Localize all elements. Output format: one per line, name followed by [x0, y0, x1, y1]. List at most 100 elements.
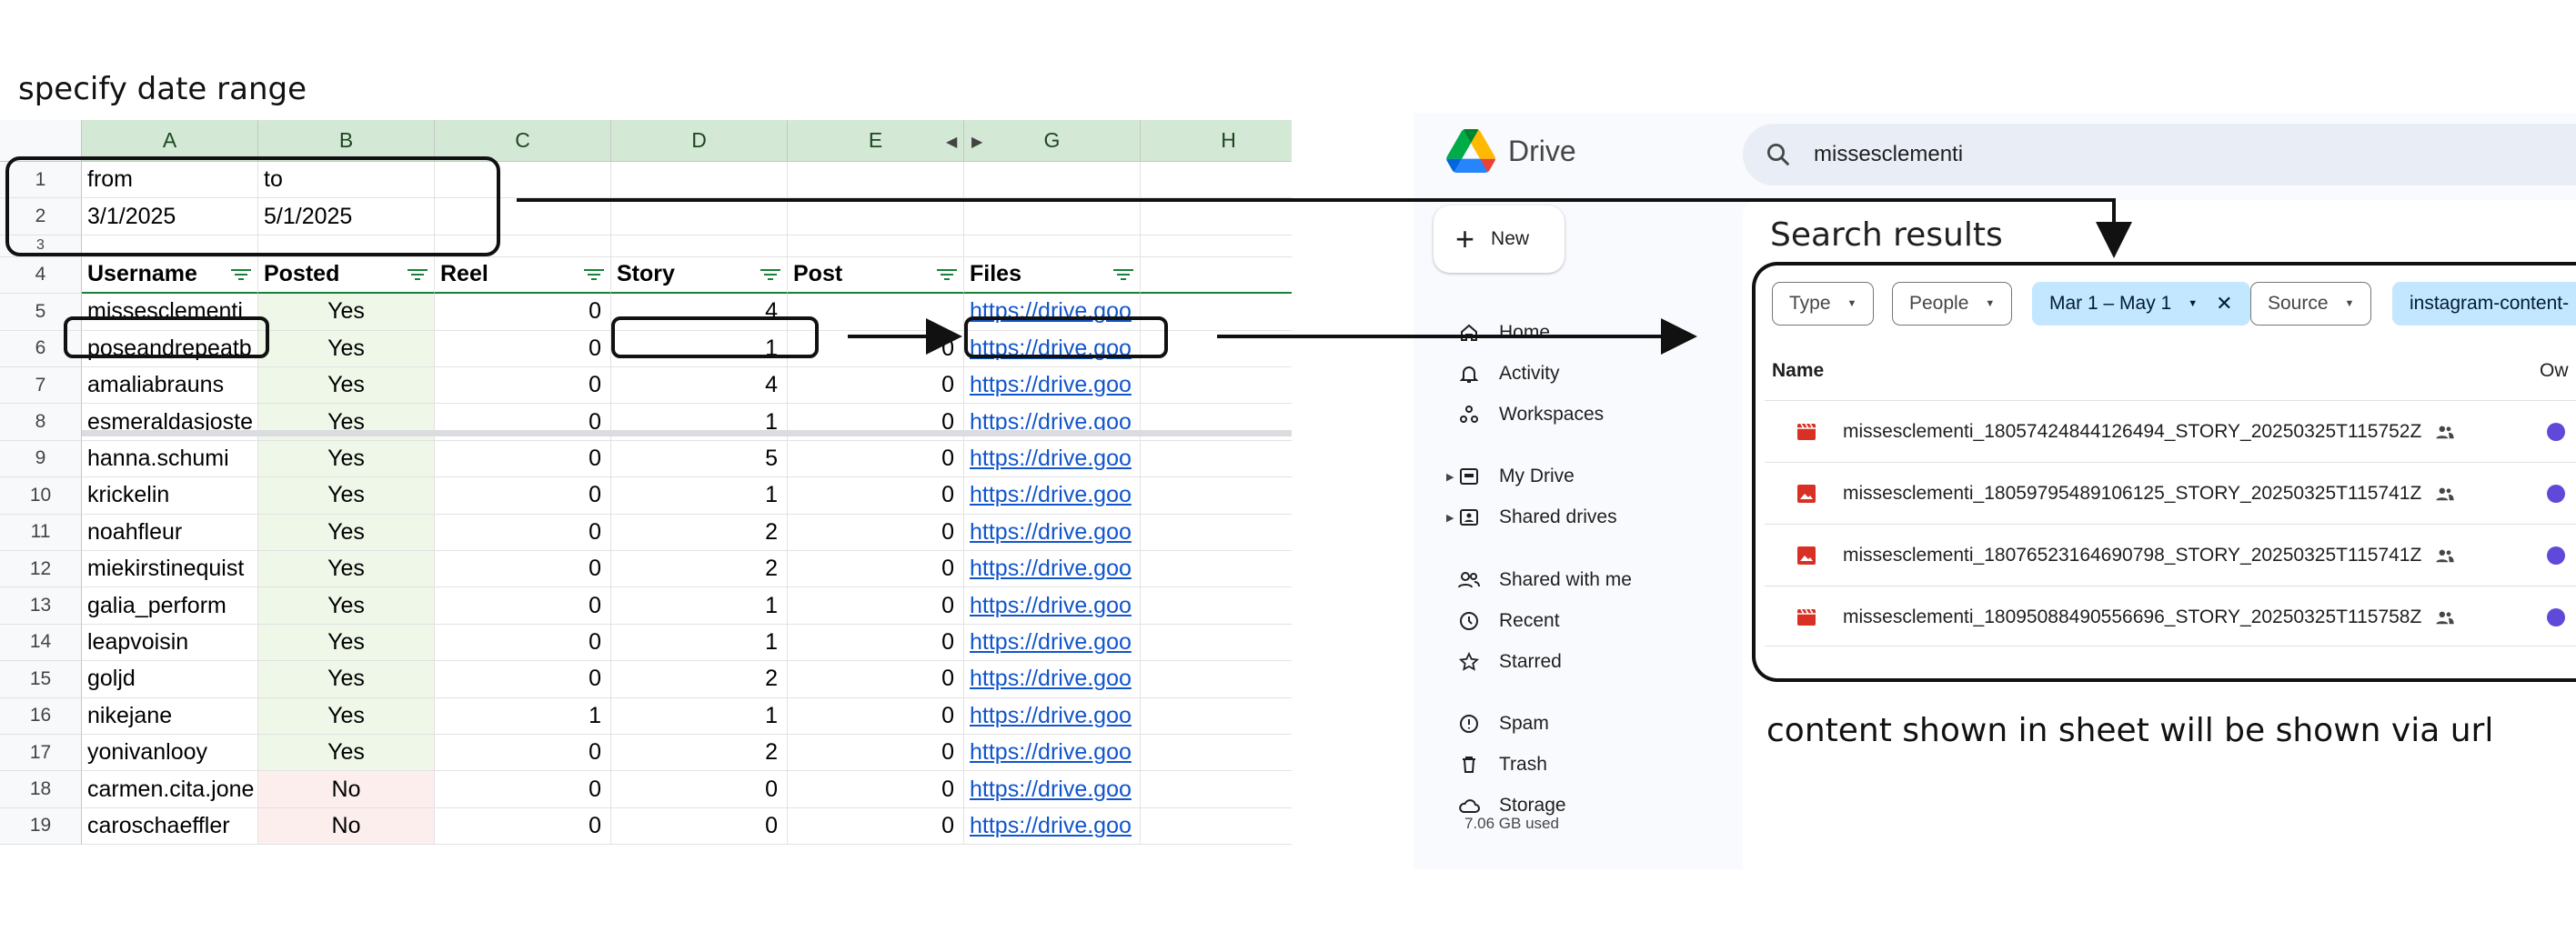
expand-triangle-icon[interactable]: ▶ [1446, 512, 1454, 524]
cell-reel[interactable]: 0 [435, 514, 611, 551]
row-number[interactable]: 19 [0, 807, 82, 846]
cell-user[interactable]: carmen.cita.jone [82, 771, 258, 808]
cell-empty[interactable] [1141, 771, 1292, 808]
cell-files[interactable]: https://drive.goo [964, 624, 1141, 662]
cell-empty[interactable] [1141, 587, 1292, 625]
column-header-e[interactable]: E [788, 120, 964, 162]
cell-story[interactable]: 2 [611, 735, 788, 772]
filter-icon[interactable] [936, 267, 958, 282]
filter-icon[interactable] [760, 267, 781, 282]
column-header-d[interactable]: D [611, 120, 788, 162]
cell-user[interactable]: caroschaeffler [82, 807, 258, 846]
nav-activity[interactable]: Activity [1414, 356, 1741, 392]
cell-story[interactable]: 2 [611, 514, 788, 551]
cell-posted[interactable]: Yes [258, 587, 435, 625]
cell-post[interactable]: 0 [788, 624, 964, 662]
cell-files[interactable]: https://drive.goo [964, 771, 1141, 808]
cell-empty[interactable] [1141, 551, 1292, 588]
row-number[interactable]: 15 [0, 661, 82, 698]
drive-search-bar[interactable]: missesclementi [1743, 124, 2576, 185]
cell-files[interactable]: https://drive.goo [964, 440, 1141, 478]
drive-logo[interactable]: Drive [1446, 129, 1576, 173]
cell-user[interactable]: galia_perform [82, 587, 258, 625]
search-input[interactable]: missesclementi [1814, 142, 1963, 167]
cell-files[interactable]: https://drive.goo [964, 587, 1141, 625]
cell-d1[interactable] [611, 162, 788, 199]
cell-posted[interactable]: Yes [258, 330, 435, 367]
cell-reel[interactable]: 0 [435, 294, 611, 331]
cell-reel[interactable]: 0 [435, 807, 611, 846]
cell-story[interactable]: 2 [611, 661, 788, 698]
cell-g2[interactable] [964, 198, 1141, 236]
nav-home[interactable]: Home [1414, 315, 1741, 351]
cell-files[interactable]: https://drive.goo [964, 514, 1141, 551]
nav-storage[interactable]: Storage [1414, 787, 1741, 824]
nav-shared-with-me[interactable]: Shared with me [1414, 562, 1741, 598]
nav-recent[interactable]: Recent [1414, 603, 1741, 639]
cell-reel[interactable]: 0 [435, 624, 611, 662]
cell-post[interactable]: 0 [788, 477, 964, 515]
cell-posted[interactable]: Yes [258, 697, 435, 735]
search-icon[interactable] [1765, 141, 1792, 168]
cell-empty[interactable] [1141, 441, 1292, 478]
cell-h1[interactable] [1141, 162, 1292, 199]
cell-story[interactable]: 0 [611, 771, 788, 808]
header-reel[interactable]: Reel [435, 256, 611, 295]
header-h[interactable] [1141, 257, 1292, 295]
cell-e1[interactable] [788, 162, 964, 199]
cell-reel[interactable]: 0 [435, 661, 611, 698]
cell-posted[interactable]: Yes [258, 440, 435, 478]
nav-starred[interactable]: Starred [1414, 644, 1741, 680]
filter-icon[interactable] [1112, 267, 1134, 282]
cell-user[interactable]: hanna.schumi [82, 440, 258, 478]
filter-icon[interactable] [230, 267, 252, 282]
row-number[interactable]: 17 [0, 735, 82, 772]
cell-reel[interactable]: 0 [435, 477, 611, 515]
cell-user[interactable]: krickelin [82, 477, 258, 515]
cell-story[interactable]: 5 [611, 440, 788, 478]
cell-files[interactable]: https://drive.goo [964, 697, 1141, 735]
cell-story[interactable]: 1 [611, 697, 788, 735]
cell-post[interactable]: 0 [788, 661, 964, 698]
cell-reel[interactable]: 0 [435, 771, 611, 808]
cell-files[interactable]: https://drive.goo [964, 735, 1141, 772]
cell-user[interactable]: miekirstinequist [82, 551, 258, 588]
row-number[interactable]: 8 [0, 404, 82, 441]
cell-user[interactable]: goljd [82, 661, 258, 698]
nav-spam[interactable]: Spam [1414, 706, 1741, 742]
header-posted[interactable]: Posted [258, 256, 435, 295]
row-number[interactable]: 14 [0, 624, 82, 662]
cell-post[interactable]: 0 [788, 440, 964, 478]
cell-reel[interactable]: 0 [435, 587, 611, 625]
filter-icon[interactable] [407, 267, 428, 282]
row-number[interactable]: 12 [0, 551, 82, 588]
cell-posted[interactable]: Yes [258, 624, 435, 662]
cell-post[interactable]: 0 [788, 367, 964, 405]
cell-user[interactable]: leapvoisin [82, 624, 258, 662]
row-number[interactable]: 4 [0, 256, 82, 295]
row-number[interactable]: 13 [0, 587, 82, 625]
nav-workspaces[interactable]: Workspaces [1414, 396, 1741, 433]
cell-d2[interactable] [611, 198, 788, 236]
cell-files[interactable]: https://drive.goo [964, 807, 1141, 846]
filter-icon[interactable] [583, 267, 605, 282]
cell-reel[interactable]: 0 [435, 735, 611, 772]
cell-d3[interactable] [611, 235, 788, 257]
row-number[interactable]: 7 [0, 367, 82, 405]
cell-posted[interactable]: Yes [258, 294, 435, 331]
cell-g1[interactable] [964, 162, 1141, 199]
cell-empty[interactable] [1141, 808, 1292, 846]
cell-empty[interactable] [1141, 625, 1292, 662]
cell-posted[interactable]: Yes [258, 514, 435, 551]
cell-empty[interactable] [1141, 515, 1292, 551]
cell-empty[interactable] [1141, 661, 1292, 698]
cell-empty[interactable] [1141, 698, 1292, 735]
hidden-column-left-arrow[interactable]: ◀ [946, 133, 957, 151]
cell-post[interactable]: 0 [788, 587, 964, 625]
cell-post[interactable]: 0 [788, 735, 964, 772]
cell-empty[interactable] [1141, 477, 1292, 515]
cell-story[interactable]: 2 [611, 551, 788, 588]
row-number[interactable]: 18 [0, 771, 82, 808]
cell-e2[interactable] [788, 198, 964, 236]
cell-g3[interactable] [964, 235, 1141, 257]
